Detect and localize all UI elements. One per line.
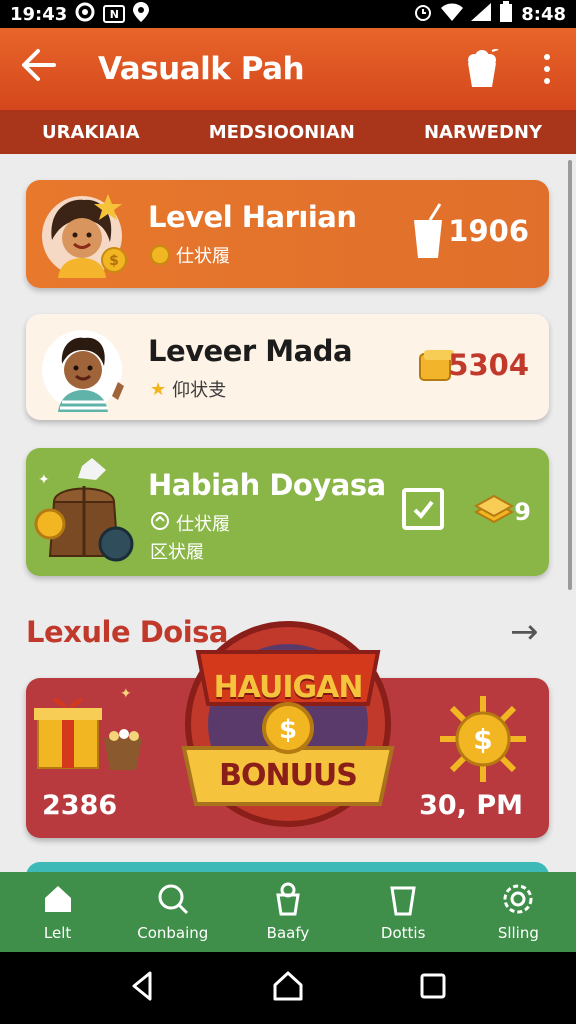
bonus-badge[interactable]: $ HAUIGAN BONUUS: [176, 612, 400, 832]
card-1-value: 1906: [448, 214, 529, 248]
location-pin-icon: [133, 1, 150, 27]
tab-narwedny[interactable]: NARWEDNY: [424, 122, 542, 143]
svg-text:✦: ✦: [120, 686, 132, 702]
card-1-name: Level Harıian: [148, 200, 357, 234]
app-title: Vasualk Pah: [98, 51, 305, 87]
tab-bar: URAKIAIA MEDSIOONIAN NARWEDNY: [0, 110, 576, 154]
arrow-right-icon[interactable]: →: [510, 612, 539, 652]
nav-label-dottis: Dottis: [380, 924, 426, 942]
nav-label-baafy: Baafy: [266, 924, 310, 942]
scrollbar[interactable]: [568, 160, 572, 590]
bonus-right-value: 30, PM: [419, 790, 523, 821]
popcorn-cup-icon[interactable]: [462, 48, 502, 89]
nav-label-conbaing: Conbaing: [137, 924, 209, 942]
card-1-sub-text: 仕状履: [176, 246, 230, 267]
nav-item-slling[interactable]: Slling: [468, 882, 568, 942]
popcorn-icon: [271, 882, 305, 920]
status-time: 8:48: [521, 3, 566, 25]
tab-urakiaia[interactable]: URAKIAIA: [42, 122, 140, 143]
treasure-chest-icon: ✦: [34, 456, 134, 566]
card-3-name: Habiah Doyasa: [148, 468, 386, 502]
card-2-sub-text: 仰状叏: [172, 380, 227, 401]
level-card-1[interactable]: $ Level Harıian 仕状履 1906: [26, 180, 549, 288]
level-card-3[interactable]: ✦ Habiah Doyasa 仕状履 区状履 9: [26, 448, 549, 576]
nav-label-slling: Slling: [497, 924, 539, 942]
system-recents-icon[interactable]: [416, 969, 450, 1007]
cup-icon: [386, 882, 420, 920]
signal-icon: [471, 2, 492, 26]
battery-icon: [499, 0, 513, 28]
status-left-text: 19:43: [10, 3, 68, 25]
nav-item-baafy[interactable]: Baafy: [238, 882, 338, 942]
system-home-icon[interactable]: [271, 969, 305, 1007]
coin-icon: [150, 245, 170, 265]
svg-text:$: $: [279, 715, 297, 745]
card-3-value: 9: [514, 498, 531, 526]
avatar-girl: $: [38, 190, 130, 278]
notification-circle-icon: [75, 2, 95, 27]
card-3-sub: 仕状履: [150, 510, 230, 536]
system-back-icon[interactable]: [126, 969, 160, 1007]
sun-coin-icon: $: [438, 694, 528, 788]
svg-text:✦: ✦: [38, 472, 50, 488]
card-2-value: 5304: [448, 348, 529, 382]
badge-top-text: HAUIGAN: [213, 670, 364, 705]
bottom-nav: Lelt Conbaing Baafy Dottis Slling: [0, 872, 576, 952]
nav-item-lelt[interactable]: Lelt: [8, 882, 108, 942]
nav-item-dottis[interactable]: Dottis: [353, 882, 453, 942]
wifi-icon: [441, 3, 464, 26]
avatar-boy: [38, 324, 130, 412]
system-nav-bar: [0, 952, 576, 1024]
level-card-2[interactable]: Leveer Mada ★ 仰状叏 5304: [26, 314, 549, 420]
card-1-sub: 仕状履: [150, 242, 230, 268]
alarm-icon: [413, 2, 433, 27]
home-icon: [41, 882, 75, 920]
status-bar: 19:43 N 8:48: [0, 0, 576, 28]
overflow-menu-icon[interactable]: [538, 54, 556, 84]
settings-gear-icon: [501, 882, 535, 920]
bonus-badge-emblem: $: [181, 621, 395, 827]
card-3-sub2: 区状履: [150, 542, 204, 563]
tab-medsioonian[interactable]: MEDSIOONIAN: [209, 122, 355, 143]
drink-cup-icon: [408, 202, 448, 266]
card-3-sub-text: 仕状履: [176, 514, 230, 535]
back-arrow-icon[interactable]: [20, 47, 70, 91]
star-icon: ★: [150, 378, 167, 400]
nav-label-lelt: Lelt: [43, 924, 72, 942]
badge-bottom-text: BONUUS: [219, 758, 358, 793]
gold-stack-icon: [472, 492, 516, 532]
exchange-icon: [150, 511, 170, 536]
svg-text:$: $: [473, 723, 492, 756]
card-2-sub: ★ 仰状叏: [150, 376, 226, 402]
search-icon: [156, 882, 190, 920]
bonus-left-value: 2386: [42, 790, 118, 821]
nav-item-conbaing[interactable]: Conbaing: [123, 882, 223, 942]
app-bar: Vasualk Pah: [0, 28, 576, 110]
svg-text:$: $: [109, 253, 119, 269]
checkbox-icon[interactable]: [402, 488, 444, 530]
notification-n-icon: N: [103, 5, 126, 23]
gift-box-icon: ✦: [34, 684, 144, 778]
card-2-name: Leveer Mada: [148, 334, 353, 368]
